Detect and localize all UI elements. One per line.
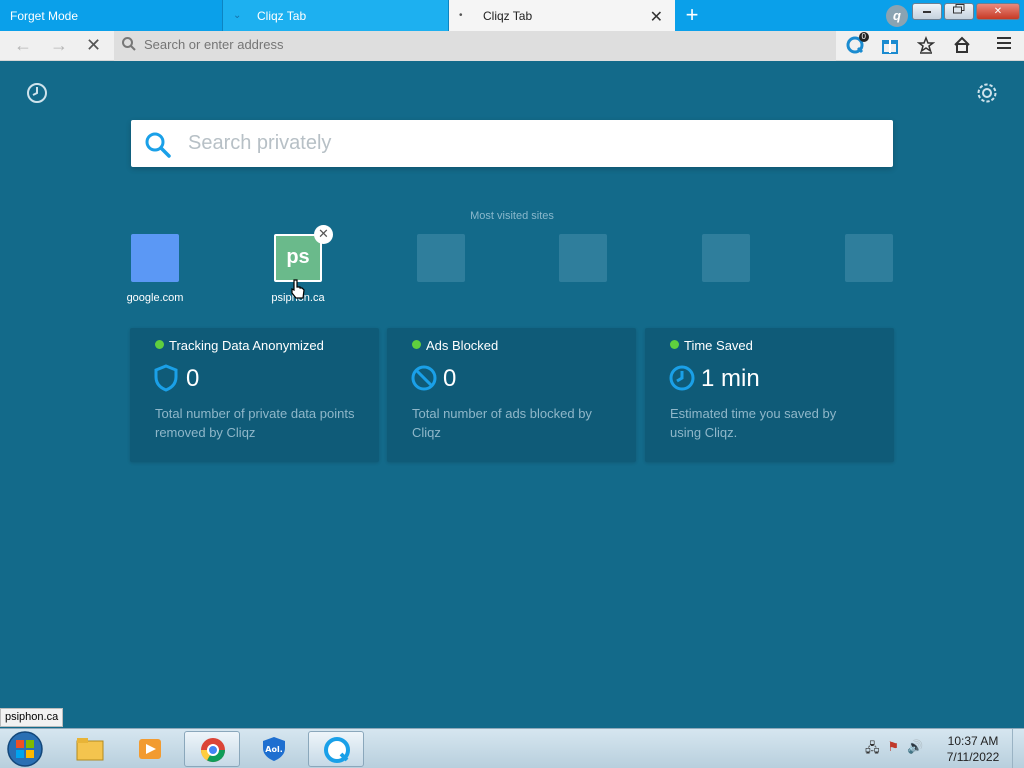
- back-icon[interactable]: ←: [14, 35, 32, 56]
- menu-icon[interactable]: [994, 36, 1014, 56]
- gift-icon[interactable]: [880, 36, 900, 56]
- cliqz-icon: [324, 737, 350, 763]
- tab-title: Cliqz Tab: [483, 8, 533, 23]
- window-controls: ✕: [912, 3, 1020, 20]
- close-window-button[interactable]: ✕: [976, 3, 1020, 20]
- search-icon: [145, 132, 171, 158]
- tab-cliqz-1[interactable]: ⌄ Cliqz Tab: [223, 0, 449, 31]
- hand-cursor-icon: [291, 279, 305, 299]
- network-icon[interactable]: 🖧: [865, 739, 880, 761]
- card-description: Total number of ads blocked by Cliqz: [412, 406, 592, 440]
- cliqz-logo-icon[interactable]: q: [886, 5, 908, 27]
- chrome-icon: [201, 738, 225, 763]
- cliqz-control-center-icon[interactable]: 0: [845, 32, 869, 56]
- tab-cliqz-2[interactable]: • Cliqz Tab ✕: [449, 0, 675, 31]
- tile-empty: [702, 234, 750, 282]
- bookmarks-icon[interactable]: [916, 35, 936, 56]
- media-player-icon: [139, 739, 161, 759]
- clock-date: 7/11/2022: [946, 750, 1000, 764]
- navigation-bar: ← → ✕ 0: [0, 31, 1024, 61]
- card-description: Total number of private data points remo…: [155, 406, 355, 440]
- taskbar-aol-shield[interactable]: Aol.: [246, 731, 302, 767]
- tile-label-google: google.com: [126, 292, 184, 304]
- block-icon: [411, 365, 437, 391]
- address-input[interactable]: [144, 37, 744, 52]
- taskbar-clock[interactable]: 10:37 AM 7/11/2022: [940, 733, 1006, 765]
- history-icon[interactable]: [26, 82, 48, 104]
- address-bar[interactable]: [114, 31, 836, 61]
- card-value: 0: [186, 365, 200, 392]
- card-ads-blocked: Ads Blocked 0 Total number of ads blocke…: [387, 328, 636, 462]
- card-title: Time Saved: [684, 338, 753, 353]
- maximize-button[interactable]: [944, 3, 974, 20]
- card-time-saved: Time Saved 1 min Estimated time you save…: [645, 328, 894, 462]
- search-icon: [122, 37, 136, 51]
- private-search-box[interactable]: [131, 120, 893, 167]
- link-status-tooltip: psiphon.ca: [0, 708, 64, 727]
- forget-mode-label: Forget Mode: [0, 0, 223, 31]
- tile-empty: [559, 234, 607, 282]
- clock-time: 10:37 AM: [947, 734, 999, 748]
- card-description: Estimated time you saved by using Cliqz.: [670, 406, 837, 440]
- folder-icon: [76, 738, 104, 761]
- tile-psiphon[interactable]: ps: [274, 234, 322, 282]
- start-button-icon[interactable]: [3, 730, 47, 768]
- remove-tile-icon[interactable]: ✕: [314, 225, 333, 244]
- card-value: 0: [443, 365, 457, 392]
- card-title: Tracking Data Anonymized: [169, 338, 324, 353]
- taskbar-chrome[interactable]: [184, 731, 240, 767]
- aol-shield-icon: Aol.: [263, 737, 285, 761]
- new-tab-button[interactable]: +: [675, 0, 709, 31]
- settings-gear-icon[interactable]: [976, 82, 998, 104]
- notification-badge: 0: [858, 32, 869, 42]
- windows-taskbar: Aol. 🖧 ⚑ 🔊 10:37 AM 7/11/2022: [0, 728, 1024, 768]
- forward-icon[interactable]: →: [50, 35, 68, 56]
- shield-icon: [154, 364, 178, 392]
- tile-google[interactable]: [131, 234, 179, 282]
- close-tab-icon[interactable]: ✕: [650, 7, 663, 27]
- card-tracking-data: Tracking Data Anonymized 0 Total number …: [130, 328, 379, 462]
- taskbar-explorer[interactable]: [62, 731, 118, 767]
- card-value: 1 min: [701, 365, 760, 392]
- card-title: Ads Blocked: [426, 338, 499, 353]
- system-tray: 🖧 ⚑ 🔊: [865, 739, 923, 761]
- taskbar-media-player[interactable]: [122, 731, 178, 767]
- tab-dropdown-icon: ⌄: [233, 10, 242, 21]
- tile-empty: [845, 234, 893, 282]
- tab-bar: Forget Mode ⌄ Cliqz Tab • Cliqz Tab ✕ +: [0, 0, 1024, 31]
- tab-dot-icon: •: [459, 10, 463, 21]
- stop-icon[interactable]: ✕: [86, 35, 101, 56]
- volume-icon[interactable]: 🔊: [907, 739, 923, 761]
- svg-text:Aol.: Aol.: [265, 745, 282, 754]
- tile-empty: [417, 234, 465, 282]
- minimize-button[interactable]: [912, 3, 942, 20]
- private-search-input[interactable]: [188, 132, 868, 155]
- home-icon[interactable]: [952, 36, 972, 56]
- taskbar-cliqz[interactable]: [308, 731, 364, 767]
- clock-icon: [669, 365, 695, 391]
- show-desktop-button[interactable]: [1012, 729, 1024, 768]
- tab-title: Cliqz Tab: [257, 8, 307, 23]
- action-center-flag-icon[interactable]: ⚑: [888, 739, 900, 761]
- most-visited-title: Most visited sites: [470, 210, 554, 222]
